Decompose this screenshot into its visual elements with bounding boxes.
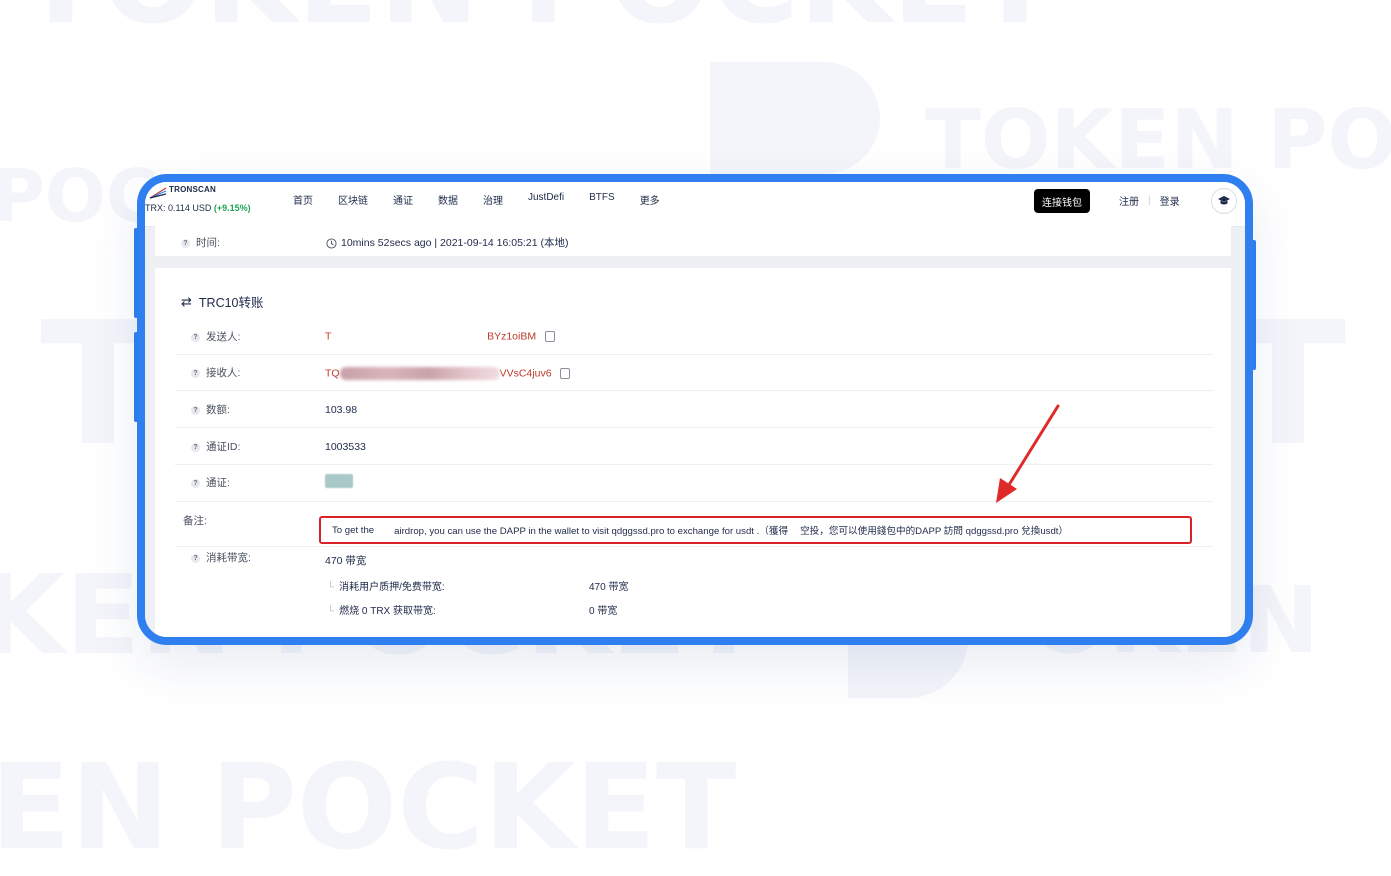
- tronscan-logo-text[interactable]: TRONSCAN: [169, 185, 216, 194]
- nav-blockchain[interactable]: 区块链: [338, 192, 368, 207]
- token-label-text: 通证:: [206, 477, 230, 489]
- mortarboard-icon: [1218, 196, 1230, 205]
- help-icon[interactable]: ?: [191, 332, 200, 342]
- tree-branch-icon: └: [327, 582, 335, 593]
- help-icon[interactable]: ?: [191, 368, 200, 378]
- row-divider: [175, 546, 1213, 547]
- sender-address-suffix: BYz1oiBM: [487, 330, 537, 343]
- clock-icon: [326, 238, 337, 249]
- row-divider: [175, 464, 1213, 465]
- section-title-text: TRC10转账: [198, 296, 264, 310]
- memo-label: 备注:: [183, 515, 207, 527]
- token-label: ? 通证:: [191, 475, 230, 490]
- copy-icon[interactable]: [545, 331, 556, 342]
- tree-branch-icon: └: [327, 606, 335, 617]
- memo-text-part2: airdrop, you can use the DAPP in the wal…: [394, 526, 789, 537]
- help-icon[interactable]: ?: [191, 405, 200, 415]
- nav-more[interactable]: 更多: [640, 192, 660, 207]
- receiver-address-prefix: TQ: [325, 367, 340, 380]
- bandwidth-sub-row-1: └ 消耗用户质押/免费带宽:: [327, 578, 445, 593]
- sender-label-text: 发送人:: [206, 331, 241, 343]
- bandwidth-value: 470 带宽: [325, 555, 367, 567]
- bandwidth-sub1-value: 470 带宽: [589, 582, 629, 593]
- redacted-blur: [374, 524, 394, 537]
- redacted-token-blur: [325, 474, 353, 488]
- amount-label: ? 数额:: [191, 402, 230, 417]
- memo-highlight-box: To get the airdrop, you can use the DAPP…: [319, 516, 1192, 544]
- watermark-text-right: TOKEN PO: [925, 93, 1391, 188]
- memo-text-part1: To get the: [332, 524, 375, 536]
- bandwidth-label: ? 消耗带宽:: [191, 550, 251, 565]
- help-icon[interactable]: ?: [181, 238, 190, 248]
- help-icon[interactable]: ?: [191, 478, 200, 488]
- redacted-blur: [339, 367, 500, 380]
- token-id-label: ? 通证ID:: [191, 439, 240, 454]
- receiver-label-text: 接收人:: [206, 367, 241, 379]
- bandwidth-sub1-label: 消耗用户质押/免费带宽:: [339, 582, 445, 593]
- top-nav-bar: TRONSCAN TRX: 0.114 USD (+9.15%) 首页 区块链 …: [145, 182, 1245, 227]
- trc10-transfer-card: ⇄ TRC10转账 ? 发送人: T BYz1oiBM ? 接收人: TQ VVsC4…: [155, 268, 1231, 637]
- transfer-arrows-icon: ⇄: [181, 293, 192, 309]
- sender-address[interactable]: T BYz1oiBM: [325, 330, 556, 343]
- watermark-text-left: POC: [0, 154, 159, 238]
- help-icon[interactable]: ?: [191, 442, 200, 452]
- avatar[interactable]: [1211, 188, 1237, 214]
- amount-value: 103.98: [325, 404, 358, 416]
- auth-separator: |: [1148, 195, 1151, 206]
- nav-home[interactable]: 首页: [293, 192, 313, 207]
- trx-price: TRX: 0.114 USD (+9.15%): [145, 203, 251, 213]
- login-link[interactable]: 登录: [1160, 193, 1180, 208]
- section-title: ⇄ TRC10转账: [181, 292, 264, 311]
- redacted-blur: [334, 330, 484, 343]
- bandwidth-sub-row-2: └ 燃烧 0 TRX 获取带宽:: [327, 602, 436, 617]
- nav-data[interactable]: 数据: [438, 192, 458, 207]
- bandwidth-sub2-label: 燃烧 0 TRX 获取带宽:: [339, 606, 436, 617]
- trx-price-change: (+9.15%): [213, 203, 251, 213]
- amount-label-text: 数额:: [206, 404, 230, 416]
- connect-wallet-button[interactable]: 连接钱包: [1034, 189, 1090, 213]
- main-nav: 首页 区块链 通证 数据 治理 JustDefi BTFS 更多: [293, 192, 685, 207]
- token-id-label-text: 通证ID:: [206, 441, 241, 453]
- token-id-value: 1003533: [325, 441, 366, 453]
- bandwidth-label-text: 消耗带宽:: [206, 552, 251, 564]
- device-frame: TRONSCAN TRX: 0.114 USD (+9.15%) 首页 区块链 …: [137, 174, 1253, 645]
- trx-price-value: TRX: 0.114 USD: [145, 203, 212, 213]
- row-divider: [175, 427, 1213, 428]
- time-value-text: 10mins 52secs ago | 2021-09-14 16:05:21 …: [341, 237, 569, 249]
- token-value-redacted[interactable]: [325, 474, 353, 488]
- receiver-label: ? 接收人:: [191, 365, 240, 380]
- tronscan-screen: TRONSCAN TRX: 0.114 USD (+9.15%) 首页 区块链 …: [145, 182, 1245, 637]
- help-icon[interactable]: ?: [191, 553, 200, 563]
- row-divider: [175, 354, 1213, 355]
- nav-btfs[interactable]: BTFS: [589, 192, 615, 207]
- time-label: ? 时间:: [181, 235, 220, 250]
- time-label-text: 时间:: [196, 237, 220, 249]
- sender-label: ? 发送人:: [191, 329, 240, 344]
- time-value: 10mins 52secs ago | 2021-09-14 16:05:21 …: [326, 235, 568, 250]
- bandwidth-sub2-value: 0 带宽: [589, 606, 618, 617]
- watermark-text-top: TOKEN POCKET: [20, 0, 1056, 42]
- copy-icon[interactable]: [560, 368, 571, 379]
- receiver-address-suffix: VVsC4juv6: [499, 367, 552, 380]
- receiver-address[interactable]: TQ VVsC4juv6: [325, 367, 571, 380]
- register-link[interactable]: 注册: [1119, 193, 1139, 208]
- row-divider: [175, 501, 1213, 502]
- time-card: ? 时间: 10mins 52secs ago | 2021-09-14 16:0…: [155, 226, 1231, 256]
- watermark-logo-top: [710, 62, 880, 174]
- auth-links: 注册 | 登录: [1119, 193, 1180, 208]
- nav-tokens[interactable]: 通证: [393, 192, 413, 207]
- tronscan-logo-icon: [149, 187, 167, 199]
- row-divider: [175, 390, 1213, 391]
- nav-governance[interactable]: 治理: [483, 192, 503, 207]
- redacted-blur: [788, 524, 800, 537]
- nav-justdefi[interactable]: JustDefi: [528, 192, 564, 207]
- memo-text-part3: 空投，您可以使用錢包中的DAPP 訪問 qdggssd.pro 兌換usdt）: [800, 526, 1069, 537]
- watermark-text-bottom: EN POCKET: [0, 738, 737, 876]
- sender-address-prefix: T: [325, 330, 332, 343]
